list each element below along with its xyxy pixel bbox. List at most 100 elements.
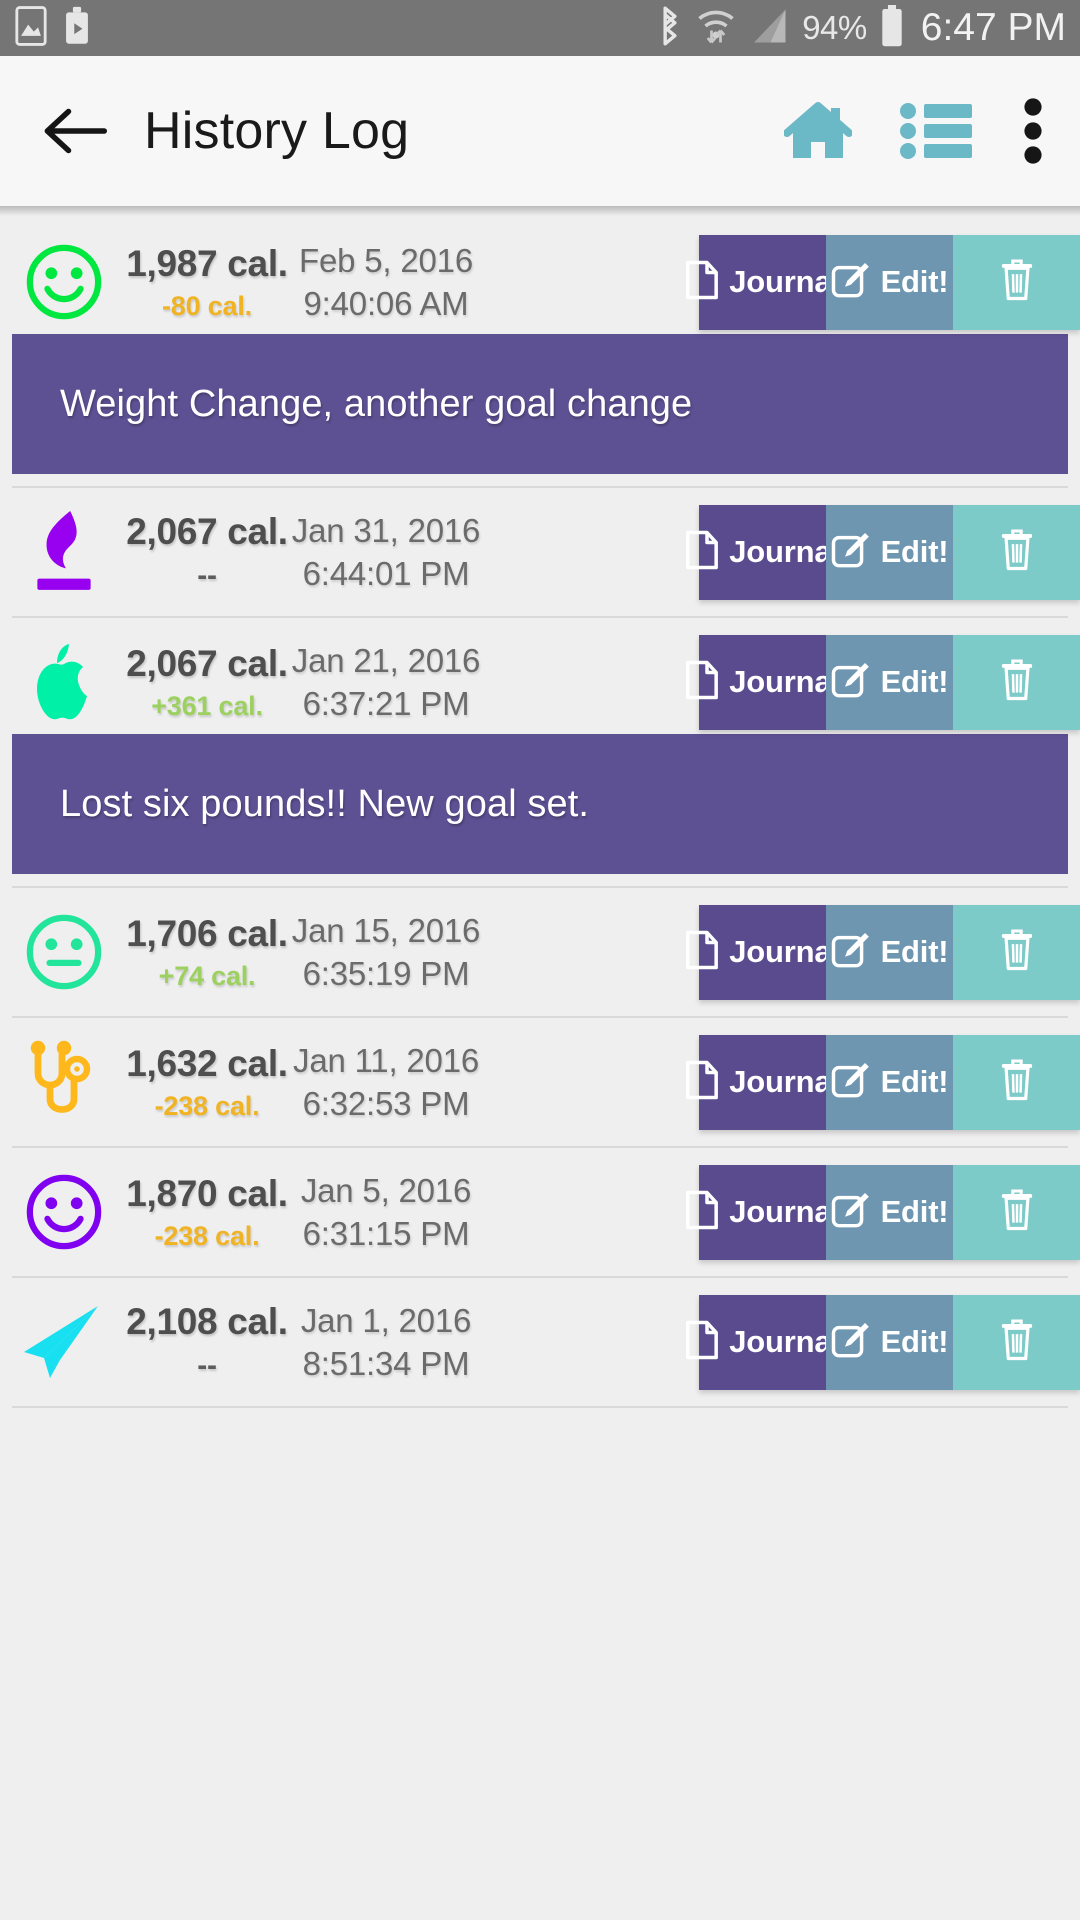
edit-icon	[831, 1191, 871, 1234]
entry-spacer	[0, 874, 1080, 886]
edit-button-label: Edit!	[880, 534, 949, 569]
toolbar-shadow	[0, 206, 1080, 216]
edit-icon	[831, 1061, 871, 1104]
trash-icon	[1000, 1319, 1034, 1366]
journal-button[interactable]: Journal	[686, 1164, 840, 1260]
edit-button[interactable]: Edit!	[826, 504, 953, 600]
entry-actions: Journal Edit!	[686, 504, 1080, 600]
calorie-total-label: 1,870 cal.	[126, 1172, 288, 1214]
delete-button[interactable]	[953, 1294, 1080, 1390]
smiley-face-icon	[12, 232, 116, 332]
journal-button[interactable]: Journal	[686, 234, 840, 330]
back-button[interactable]	[38, 94, 112, 168]
calorie-total-label: 1,987 cal.	[126, 242, 288, 284]
edit-icon	[831, 531, 871, 574]
calorie-delta-label: +74 cal.	[158, 960, 256, 991]
paper-plane-icon	[12, 1292, 116, 1392]
journal-button-label: Journal	[729, 1324, 840, 1359]
delete-button[interactable]	[953, 504, 1080, 600]
history-log-screen: 94% 6:47 PM History Log 1,987 cal. -80 c…	[0, 0, 1080, 1920]
history-entry[interactable]: 1,987 cal. -80 cal. Feb 5, 2016 9:40:06 AM J…	[0, 230, 1080, 500]
history-entry-row[interactable]: 1,987 cal. -80 cal. Feb 5, 2016 9:40:06 AM J…	[0, 230, 1080, 334]
delete-button[interactable]	[953, 234, 1080, 330]
edit-icon	[831, 1321, 871, 1364]
history-entry-row[interactable]: 1,706 cal. +74 cal. Jan 15, 2016 6:35:19 PM…	[0, 900, 1080, 1004]
apple-icon	[12, 632, 116, 732]
journal-button-label: Journal	[729, 1064, 840, 1099]
history-entry-row[interactable]: 2,108 cal. -- Jan 1, 2016 8:51:34 PM Journal…	[0, 1290, 1080, 1394]
edit-button[interactable]: Edit!	[826, 1034, 953, 1130]
journal-button[interactable]: Journal	[686, 504, 840, 600]
status-bar-notification-icons	[14, 5, 92, 51]
delete-button[interactable]	[953, 1164, 1080, 1260]
overflow-menu-button[interactable]	[1020, 98, 1046, 164]
calorie-delta-label: --	[197, 559, 217, 592]
entry-actions: Journal Edit!	[686, 234, 1080, 330]
entry-actions: Journal Edit!	[686, 1164, 1080, 1260]
edit-button-label: Edit!	[880, 264, 949, 299]
list-view-button[interactable]	[900, 102, 972, 160]
delete-button[interactable]	[953, 1034, 1080, 1130]
delete-button[interactable]	[953, 634, 1080, 730]
entry-spacer-bottom	[0, 618, 1080, 630]
journal-icon	[685, 260, 719, 305]
entry-actions: Journal Edit!	[686, 1294, 1080, 1390]
entry-note-banner[interactable]: Weight Change, another goal change	[12, 334, 1068, 474]
datetime-cell: Jan 11, 2016 6:32:53 PM	[293, 1041, 484, 1123]
trash-icon	[1000, 1189, 1034, 1236]
history-entry-row[interactable]: 1,632 cal. -238 cal. Jan 11, 2016 6:32:53 P…	[0, 1030, 1080, 1134]
edit-icon	[831, 931, 871, 974]
history-entry[interactable]: 1,870 cal. -238 cal. Jan 5, 2016 6:31:15 PM…	[0, 1160, 1080, 1290]
journal-button[interactable]: Journal	[686, 1294, 840, 1390]
home-button[interactable]	[784, 100, 852, 162]
battery-percent-label: 94%	[802, 9, 867, 46]
edit-button-label: Edit!	[880, 664, 949, 699]
journal-button[interactable]: Journal	[686, 634, 840, 730]
datetime-cell: Jan 1, 2016 8:51:34 PM	[294, 1302, 484, 1383]
journal-button[interactable]: Journal	[686, 904, 840, 1000]
journal-button-label: Journal	[729, 664, 840, 699]
calorie-delta-label: +361 cal.	[151, 690, 263, 721]
edit-button[interactable]: Edit!	[826, 1164, 953, 1260]
history-entry[interactable]: 1,706 cal. +74 cal. Jan 15, 2016 6:35:19 PM…	[0, 900, 1080, 1030]
flame-icon	[12, 502, 116, 602]
entry-spacer	[0, 1004, 1080, 1016]
calorie-total-label: 2,067 cal.	[126, 511, 288, 552]
calorie-cell: 1,987 cal. -80 cal.	[116, 243, 294, 322]
trash-icon	[1000, 659, 1034, 706]
battery-icon	[880, 4, 904, 52]
entry-note-text: Lost six pounds!! New goal set.	[60, 782, 590, 825]
calorie-cell: 1,632 cal. -238 cal.	[116, 1043, 294, 1122]
entry-actions: Journal Edit!	[686, 904, 1080, 1000]
entry-note-banner[interactable]: Lost six pounds!! New goal set.	[12, 734, 1068, 874]
edit-button[interactable]: Edit!	[826, 904, 953, 1000]
journal-button-label: Journal	[729, 264, 840, 299]
edit-button-label: Edit!	[880, 1064, 949, 1099]
stethoscope-icon	[12, 1032, 116, 1132]
delete-button[interactable]	[953, 904, 1080, 1000]
trash-icon	[1000, 929, 1034, 976]
entry-spacer-bottom	[0, 1148, 1080, 1160]
journal-icon	[685, 930, 719, 975]
entry-time-label: 8:51:34 PM	[302, 1344, 470, 1382]
entry-time-label: 6:32:53 PM	[302, 1084, 470, 1122]
edit-button[interactable]: Edit!	[826, 234, 953, 330]
history-entry[interactable]: 2,067 cal. -- Jan 31, 2016 6:44:01 PM Journa…	[0, 500, 1080, 630]
edit-button[interactable]: Edit!	[826, 1294, 953, 1390]
edit-icon	[831, 261, 871, 304]
history-entry-row[interactable]: 2,067 cal. +361 cal. Jan 21, 2016 6:37:21 P…	[0, 630, 1080, 734]
entry-spacer	[0, 1394, 1080, 1406]
history-entry[interactable]: 1,632 cal. -238 cal. Jan 11, 2016 6:32:53 P…	[0, 1030, 1080, 1160]
history-entry[interactable]: 2,067 cal. +361 cal. Jan 21, 2016 6:37:21 P…	[0, 630, 1080, 900]
history-list: 1,987 cal. -80 cal. Feb 5, 2016 9:40:06 AM J…	[0, 230, 1080, 1420]
history-entry[interactable]: 2,108 cal. -- Jan 1, 2016 8:51:34 PM Journal…	[0, 1290, 1080, 1420]
entry-spacer-bottom	[0, 888, 1080, 900]
history-entry-row[interactable]: 2,067 cal. -- Jan 31, 2016 6:44:01 PM Journa…	[0, 500, 1080, 604]
history-entry-row[interactable]: 1,870 cal. -238 cal. Jan 5, 2016 6:31:15 PM…	[0, 1160, 1080, 1264]
edit-button[interactable]: Edit!	[826, 634, 953, 730]
entry-spacer	[0, 1134, 1080, 1146]
calorie-cell: 2,067 cal. +361 cal.	[116, 643, 294, 722]
entry-date-label: Jan 11, 2016	[293, 1041, 479, 1079]
journal-button[interactable]: Journal	[686, 1034, 840, 1130]
entry-date-label: Feb 5, 2016	[299, 241, 473, 279]
